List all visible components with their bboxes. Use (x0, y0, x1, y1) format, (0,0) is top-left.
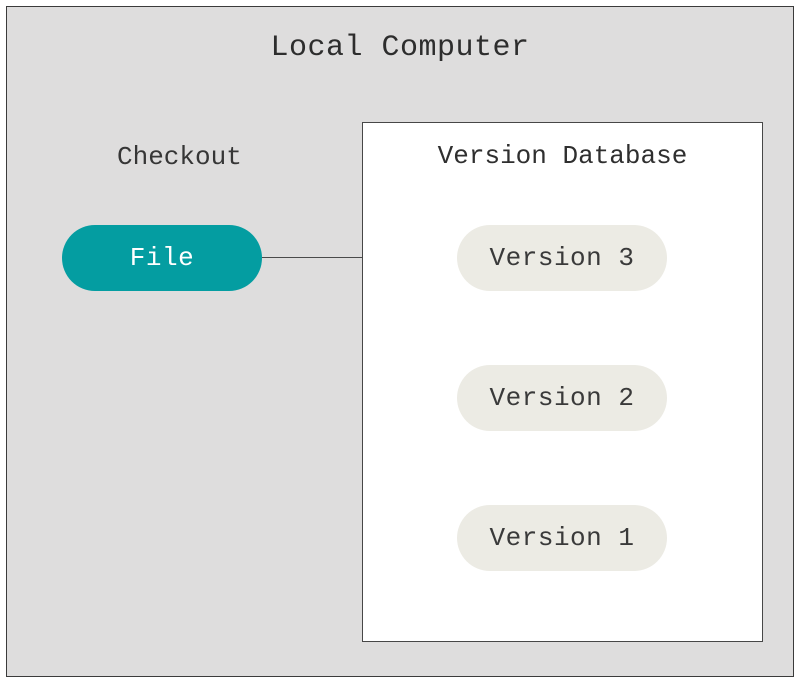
checkout-label: Checkout (117, 142, 242, 172)
version-node-2: Version 2 (457, 365, 667, 431)
file-node: File (62, 225, 262, 291)
version-node-label: Version 2 (490, 383, 635, 413)
local-computer-box: Local Computer Checkout Version Database… (6, 6, 794, 677)
version-database-label: Version Database (363, 141, 762, 171)
page-title: Local Computer (7, 31, 793, 65)
version-node-3: Version 3 (457, 225, 667, 291)
version-node-label: Version 3 (490, 243, 635, 273)
file-node-label: File (130, 243, 194, 273)
version-node-label: Version 1 (490, 523, 635, 553)
version-node-1: Version 1 (457, 505, 667, 571)
